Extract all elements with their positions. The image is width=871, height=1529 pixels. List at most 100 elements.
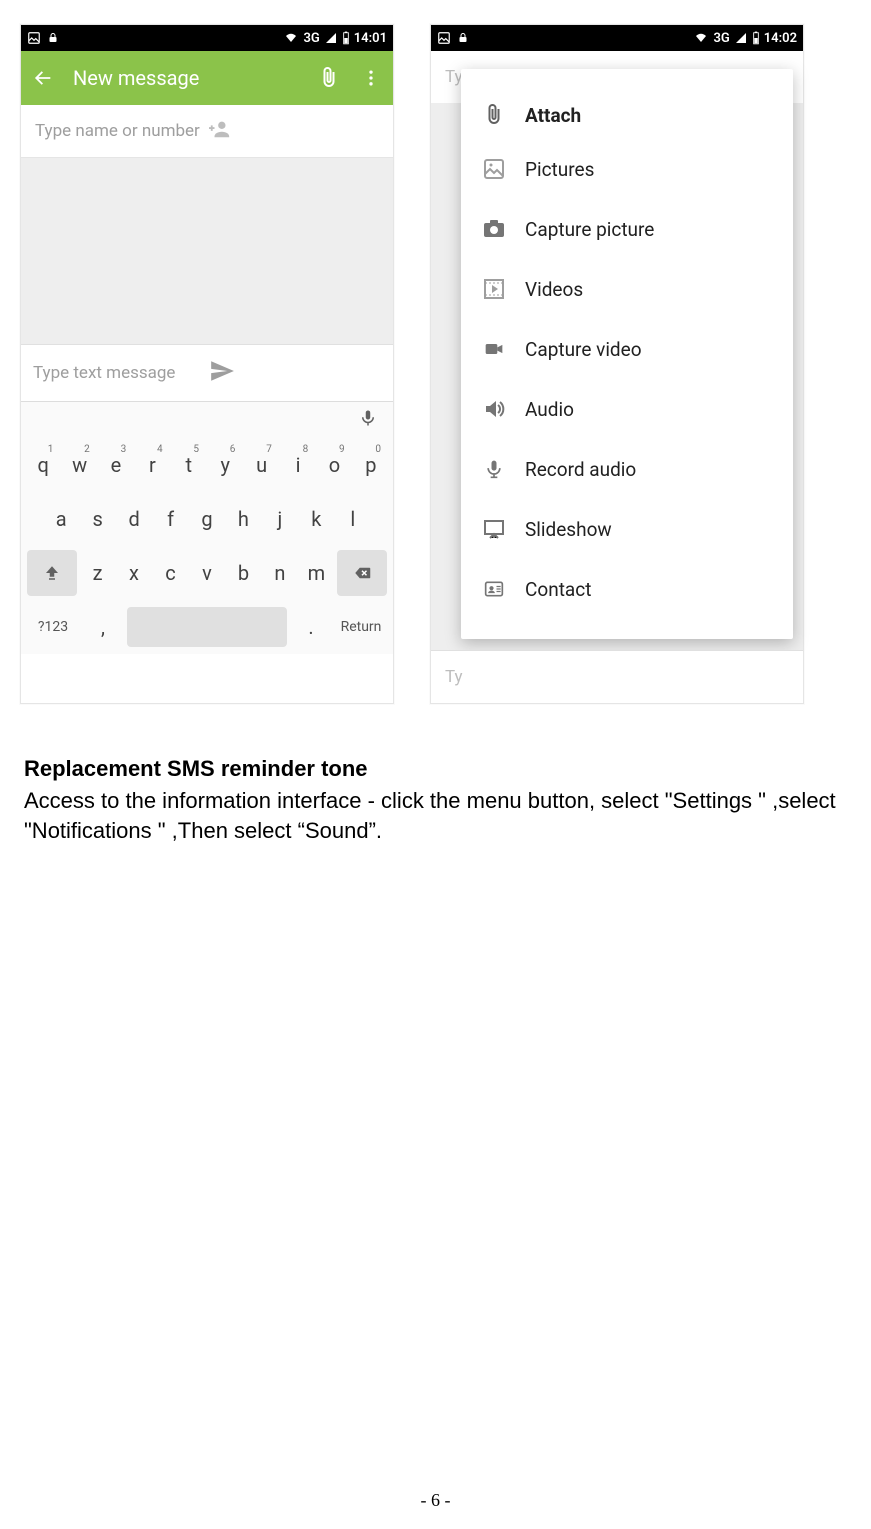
key-k[interactable]: k xyxy=(300,496,332,542)
mic-icon xyxy=(481,456,507,482)
message-body-area[interactable] xyxy=(21,158,393,344)
battery-icon xyxy=(752,31,760,45)
phone-screenshot-new-message: 3G 14:01 New message xyxy=(20,24,394,704)
wifi-icon xyxy=(283,32,299,44)
document-body-text: Replacement SMS reminder tone Access to … xyxy=(20,756,851,845)
key-b[interactable]: b xyxy=(227,550,259,596)
attach-header: Attach xyxy=(481,91,773,139)
key-y[interactable]: y6 xyxy=(209,442,241,488)
key-u[interactable]: u7 xyxy=(245,442,277,488)
dim-message-text: Ty xyxy=(445,667,463,687)
attach-item-slideshow[interactable]: Slideshow xyxy=(481,499,773,559)
wifi-icon xyxy=(693,32,709,44)
attach-item-audio[interactable]: Audio xyxy=(481,379,773,439)
key-a[interactable]: a xyxy=(45,496,77,542)
attach-item-label: Audio xyxy=(525,398,574,421)
action-bar: New message xyxy=(21,51,393,105)
spacebar-key[interactable] xyxy=(127,607,287,647)
key-z[interactable]: z xyxy=(81,550,113,596)
attach-item-label: Record audio xyxy=(525,458,636,481)
slideshow-icon xyxy=(481,516,507,542)
key-e[interactable]: e3 xyxy=(100,442,132,488)
attach-item-pictures[interactable]: Pictures xyxy=(481,139,773,199)
screen-title: New message xyxy=(73,66,299,90)
key-j[interactable]: j xyxy=(264,496,296,542)
status-bar: 3G 14:01 xyxy=(21,25,393,51)
overflow-menu-icon[interactable] xyxy=(359,66,383,90)
key-p[interactable]: p0 xyxy=(355,442,387,488)
key-h[interactable]: h xyxy=(227,496,259,542)
phone-screenshot-attach-menu: 3G 14:02 Ty xyxy=(430,24,804,704)
image-icon xyxy=(27,31,41,45)
recipient-input[interactable]: Type name or number xyxy=(21,105,393,158)
signal-icon xyxy=(324,32,338,44)
attach-icon[interactable] xyxy=(317,66,341,90)
key-v[interactable]: v xyxy=(191,550,223,596)
recipient-placeholder: Type name or number xyxy=(35,121,207,141)
attach-item-label: Pictures xyxy=(525,158,594,181)
return-key[interactable]: Return xyxy=(335,619,387,635)
message-input-row[interactable]: Type text message xyxy=(21,344,393,401)
key-o[interactable]: o9 xyxy=(318,442,350,488)
attach-item-label: Videos xyxy=(525,278,583,301)
image-icon xyxy=(437,31,451,45)
clock-label: 14:02 xyxy=(764,31,797,46)
key-n[interactable]: n xyxy=(264,550,296,596)
picture-icon xyxy=(481,156,507,182)
key-s[interactable]: s xyxy=(81,496,113,542)
clock-label: 14:01 xyxy=(354,31,387,46)
key-m[interactable]: m xyxy=(300,550,332,596)
key-i[interactable]: i8 xyxy=(282,442,314,488)
attach-item-label: Capture video xyxy=(525,338,642,361)
dim-recipient-text: Ty xyxy=(445,67,463,87)
back-icon[interactable] xyxy=(31,66,55,90)
message-placeholder: Type text message xyxy=(33,363,207,383)
key-r[interactable]: r4 xyxy=(136,442,168,488)
network-label: 3G xyxy=(713,31,729,46)
battery-icon xyxy=(342,31,350,45)
lock-icon xyxy=(457,31,469,45)
key-l[interactable]: l xyxy=(337,496,369,542)
comma-key[interactable]: , xyxy=(83,604,123,650)
attach-item-capture-video[interactable]: Capture video xyxy=(481,319,773,379)
message-input-dimmed: Ty xyxy=(431,650,803,703)
attach-header-label: Attach xyxy=(525,104,581,127)
attach-item-label: Contact xyxy=(525,578,591,601)
key-d[interactable]: d xyxy=(118,496,150,542)
attach-menu-panel: Attach Pictures Capture picture Videos Capt… xyxy=(461,69,793,639)
key-t[interactable]: t5 xyxy=(173,442,205,488)
contact-card-icon xyxy=(481,576,507,602)
videocam-icon xyxy=(481,336,507,362)
key-g[interactable]: g xyxy=(191,496,223,542)
section-paragraph: Access to the information interface - cl… xyxy=(24,786,847,845)
key-q[interactable]: q1 xyxy=(27,442,59,488)
backspace-key[interactable] xyxy=(337,550,387,596)
lock-icon xyxy=(47,31,59,45)
attach-item-capture-picture[interactable]: Capture picture xyxy=(481,199,773,259)
camera-icon xyxy=(481,216,507,242)
period-key[interactable]: . xyxy=(291,604,331,650)
status-bar: 3G 14:02 xyxy=(431,25,803,51)
attach-item-label: Capture picture xyxy=(525,218,654,241)
section-heading: Replacement SMS reminder tone xyxy=(24,756,847,782)
video-file-icon xyxy=(481,276,507,302)
screenshots-row: 3G 14:01 New message xyxy=(20,24,851,704)
soft-keyboard: q1w2e3r4t5y6u7i8o9p0 asdfghjkl zxcvbnm ?… xyxy=(21,401,393,654)
network-label: 3G xyxy=(303,31,319,46)
attach-item-videos[interactable]: Videos xyxy=(481,259,773,319)
add-contact-icon[interactable] xyxy=(207,118,379,145)
attach-icon xyxy=(481,102,507,128)
attach-item-contact[interactable]: Contact xyxy=(481,559,773,619)
shift-key[interactable] xyxy=(27,550,77,596)
key-w[interactable]: w2 xyxy=(63,442,95,488)
attach-item-record-audio[interactable]: Record audio xyxy=(481,439,773,499)
signal-icon xyxy=(734,32,748,44)
key-c[interactable]: c xyxy=(154,550,186,596)
symbols-key[interactable]: ?123 xyxy=(27,619,79,635)
page-number: - 6 - xyxy=(0,1490,871,1511)
key-f[interactable]: f xyxy=(154,496,186,542)
attach-item-label: Slideshow xyxy=(525,518,612,541)
key-x[interactable]: x xyxy=(118,550,150,596)
mic-icon[interactable] xyxy=(359,407,377,433)
send-icon[interactable] xyxy=(207,358,381,389)
